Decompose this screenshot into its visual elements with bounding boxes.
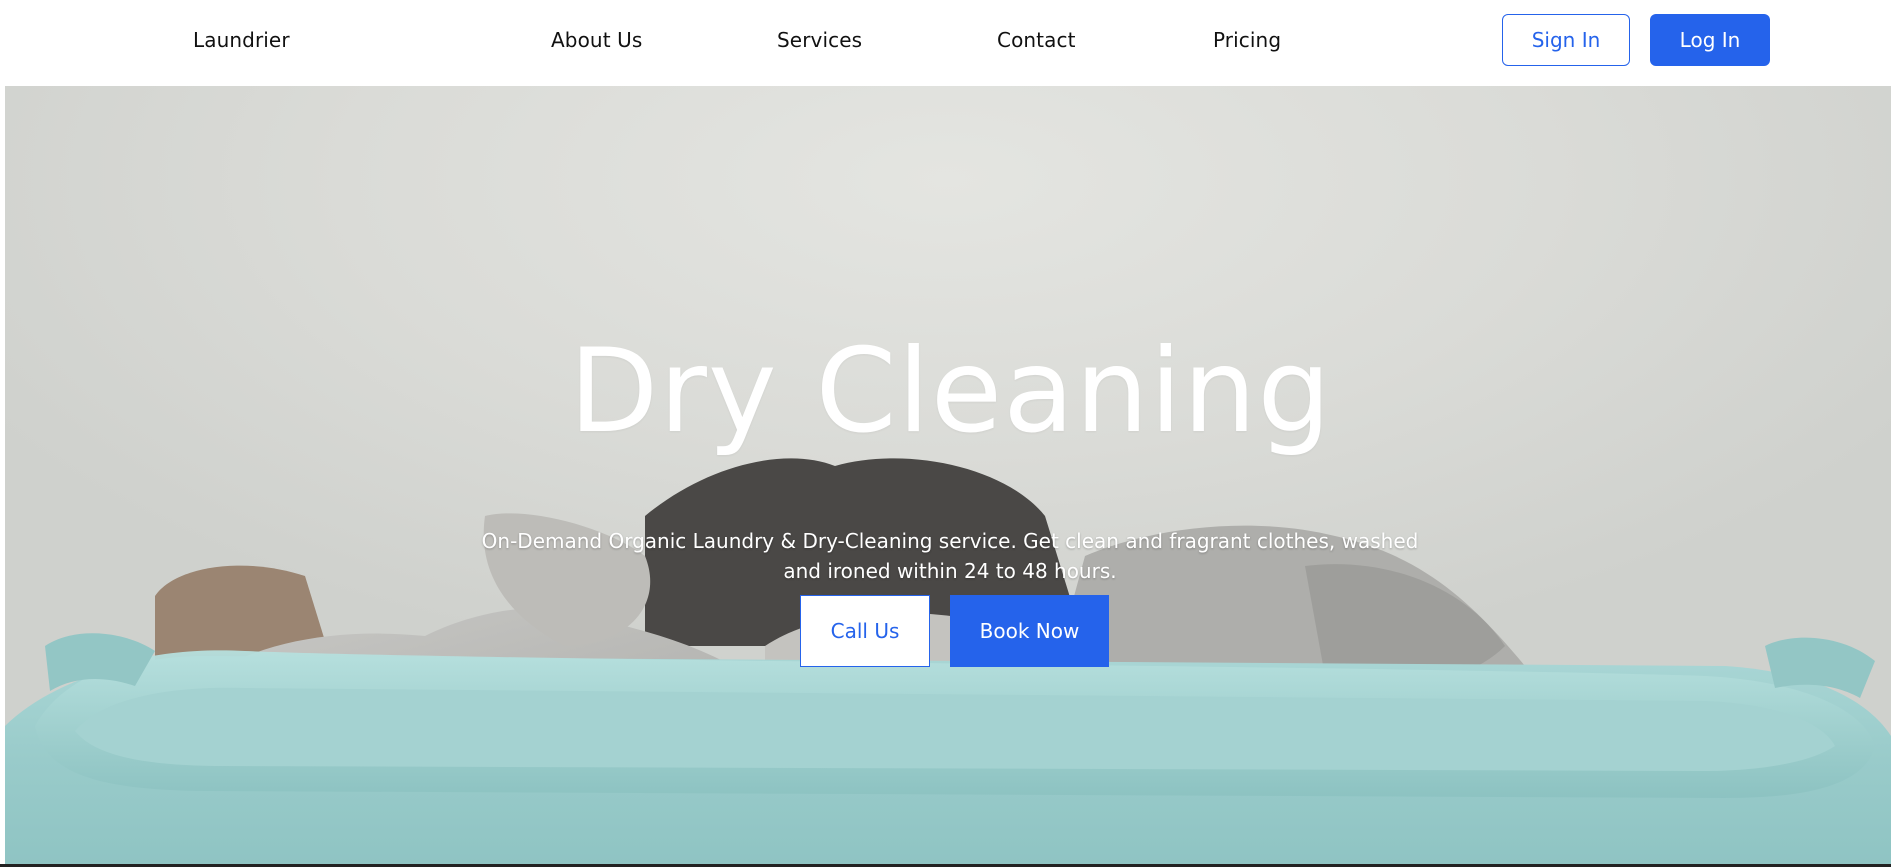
hero-background-image [5,458,1891,864]
sign-in-button[interactable]: Sign In [1502,14,1630,66]
brand-logo-text[interactable]: Laundrier [193,28,290,52]
hero-section: Dry Cleaning On-Demand Organic Laundry &… [5,86,1891,864]
nav-link-contact[interactable]: Contact [997,28,1076,52]
hero-title: Dry Cleaning [568,324,1333,459]
hero-subtitle-line-1: On-Demand Organic Laundry & Dry-Cleaning… [481,529,1419,553]
book-now-button[interactable]: Book Now [950,595,1109,667]
navbar: Laundrier About Us Services Contact Pric… [0,0,1891,86]
call-us-button[interactable]: Call Us [800,595,930,667]
nav-link-services[interactable]: Services [777,28,862,52]
hero-subtitle-line-2: and ironed within 24 to 48 hours. [783,559,1117,583]
log-in-button[interactable]: Log In [1650,14,1770,66]
nav-link-pricing[interactable]: Pricing [1213,28,1281,52]
nav-link-about[interactable]: About Us [551,28,642,52]
hero-subtitle: On-Demand Organic Laundry & Dry-Cleaning… [475,526,1425,586]
